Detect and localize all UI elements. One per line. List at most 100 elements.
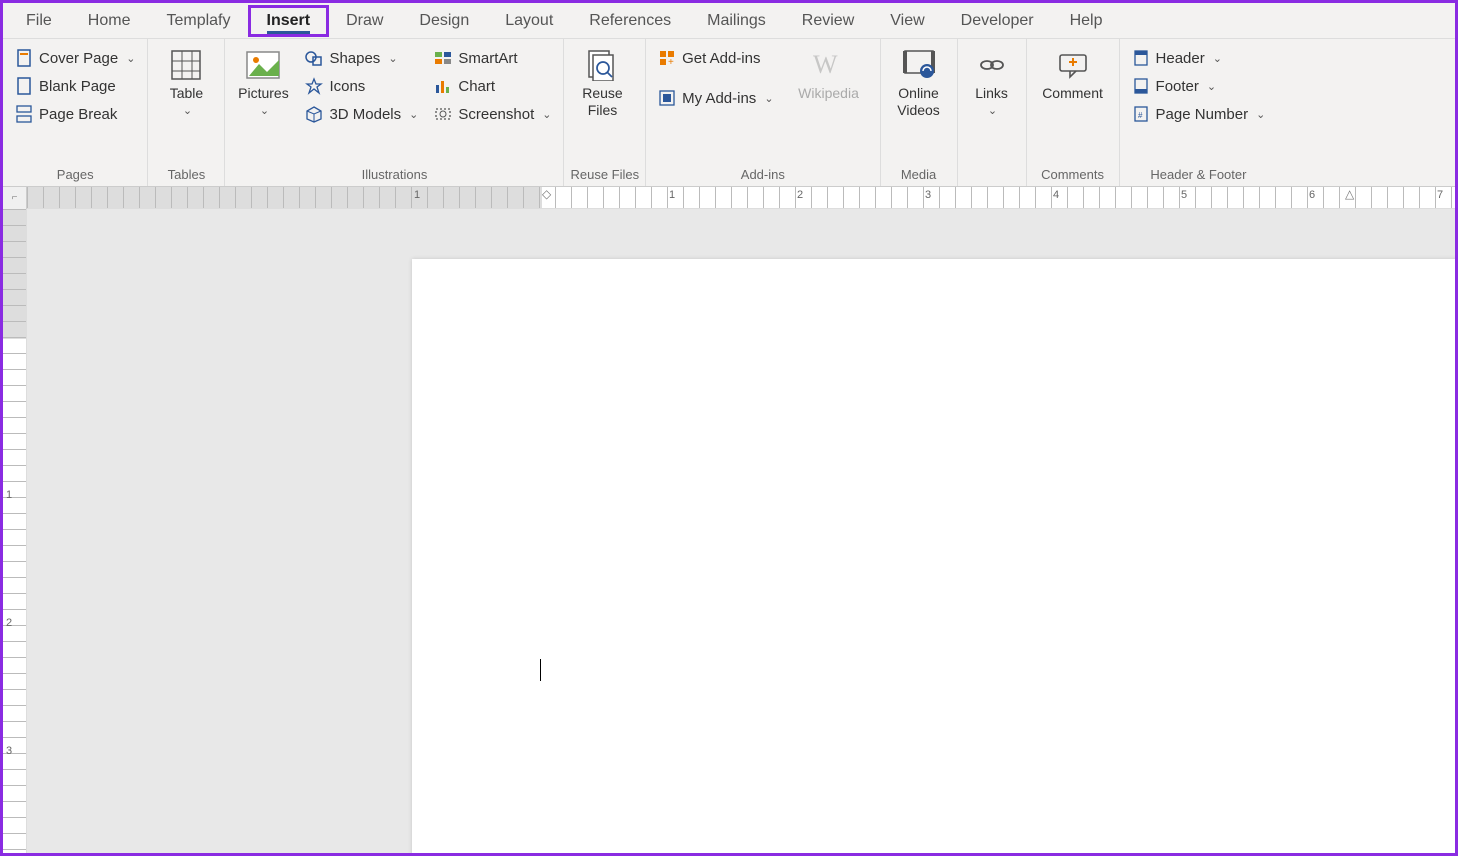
group-reuse: Reuse Files Reuse Files	[564, 39, 646, 186]
page-break-label: Page Break	[39, 106, 117, 123]
screenshot-icon	[434, 105, 452, 123]
svg-text:W: W	[813, 51, 838, 79]
ruler-num: 5	[1181, 189, 1187, 201]
tab-insert[interactable]: Insert	[249, 6, 329, 36]
ruler-v-num: 1	[6, 489, 12, 501]
header-button[interactable]: Header ⌄	[1126, 45, 1272, 71]
tab-draw[interactable]: Draw	[328, 6, 401, 36]
tab-mailings[interactable]: Mailings	[689, 6, 784, 36]
pictures-icon	[245, 47, 281, 83]
comment-button[interactable]: Comment	[1033, 45, 1113, 104]
tab-home[interactable]: Home	[70, 6, 149, 36]
chevron-down-icon: ⌄	[542, 108, 551, 121]
screenshot-button[interactable]: Screenshot ⌄	[428, 101, 557, 127]
screenshot-label: Screenshot	[458, 106, 534, 123]
ruler-v-num: 2	[6, 617, 12, 629]
reuse-files-button[interactable]: Reuse Files	[570, 45, 634, 121]
smartart-label: SmartArt	[458, 50, 517, 67]
page-number-label: Page Number	[1156, 106, 1249, 123]
chart-label: Chart	[458, 78, 495, 95]
group-links: Links ⌄	[958, 39, 1027, 186]
my-addins-button[interactable]: My Add-ins ⌄	[652, 85, 779, 111]
get-addins-button[interactable]: + Get Add-ins	[652, 45, 779, 71]
links-label: Links	[975, 85, 1008, 102]
shapes-icon	[305, 49, 323, 67]
chevron-down-icon: ⌄	[1256, 108, 1265, 121]
get-addins-label: Get Add-ins	[682, 50, 760, 67]
reuse-files-icon	[584, 47, 620, 83]
footer-button[interactable]: Footer ⌄	[1126, 73, 1272, 99]
chevron-down-icon: ⌄	[126, 52, 135, 65]
group-illustrations: Pictures ⌄ Shapes ⌄ Icons	[225, 39, 564, 186]
chevron-down-icon: ⌄	[183, 104, 192, 117]
document-page[interactable]	[412, 259, 1455, 853]
wikipedia-label: Wikipedia	[798, 85, 859, 102]
tab-templafy[interactable]: Templafy	[148, 6, 248, 36]
chart-button[interactable]: Chart	[428, 73, 557, 99]
pictures-button[interactable]: Pictures ⌄	[231, 45, 295, 119]
ruler-num: 4	[1053, 189, 1059, 201]
tab-developer[interactable]: Developer	[943, 6, 1052, 36]
ruler-horizontal[interactable]: ⌐ 1 ◇ 1 2 3 4 5 6 △ 7	[3, 187, 1455, 209]
header-icon	[1132, 49, 1150, 67]
table-button[interactable]: Table ⌄	[154, 45, 218, 119]
ruler-num: 2	[797, 189, 803, 201]
blank-page-icon	[15, 77, 33, 95]
shapes-label: Shapes	[329, 50, 380, 67]
comment-label: Comment	[1042, 85, 1103, 102]
chevron-down-icon: ⌄	[1213, 52, 1222, 65]
group-label-tables: Tables	[154, 165, 218, 184]
tab-help[interactable]: Help	[1052, 6, 1121, 36]
tab-review[interactable]: Review	[784, 6, 872, 36]
indent-marker-icon[interactable]: ◇	[542, 187, 551, 201]
tab-layout[interactable]: Layout	[487, 6, 571, 36]
group-label-links	[964, 180, 1020, 184]
footer-icon	[1132, 77, 1150, 95]
table-label: Table	[170, 85, 203, 102]
text-cursor	[540, 659, 541, 681]
my-addins-label: My Add-ins	[682, 90, 756, 107]
group-label-addins: Add-ins	[652, 165, 873, 184]
page-break-button[interactable]: Page Break	[9, 101, 141, 127]
chart-icon	[434, 77, 452, 95]
tab-view[interactable]: View	[872, 6, 942, 36]
smartart-button[interactable]: SmartArt	[428, 45, 557, 71]
tab-references[interactable]: References	[571, 6, 689, 36]
models-3d-button[interactable]: 3D Models ⌄	[299, 101, 424, 127]
svg-text:+: +	[668, 57, 674, 67]
indent-marker-icon[interactable]: △	[1345, 187, 1354, 201]
ruler-corner: ⌐	[3, 187, 27, 209]
my-addins-icon	[658, 89, 676, 107]
page-number-button[interactable]: # Page Number ⌄	[1126, 101, 1272, 127]
icons-button[interactable]: Icons	[299, 73, 424, 99]
links-button[interactable]: Links ⌄	[964, 45, 1020, 119]
ruler-vertical[interactable]: 1 2 3	[3, 209, 27, 853]
online-videos-button[interactable]: Online Videos	[887, 45, 951, 121]
reuse-files-label: Reuse Files	[572, 85, 632, 119]
tab-design[interactable]: Design	[401, 6, 487, 36]
header-label: Header	[1156, 50, 1205, 67]
group-media: Online Videos Media	[881, 39, 958, 186]
tab-file[interactable]: File	[8, 6, 70, 36]
models-3d-label: 3D Models	[329, 106, 401, 123]
blank-page-button[interactable]: Blank Page	[9, 73, 141, 99]
ruler-num: 1	[414, 189, 420, 201]
icons-label: Icons	[329, 78, 365, 95]
cover-page-button[interactable]: Cover Page ⌄	[9, 45, 141, 71]
shapes-button[interactable]: Shapes ⌄	[299, 45, 424, 71]
table-icon	[168, 47, 204, 83]
page-area[interactable]	[27, 209, 1455, 853]
comment-icon	[1055, 47, 1091, 83]
ruler-num: 6	[1309, 189, 1315, 201]
page-number-icon: #	[1132, 105, 1150, 123]
icons-icon	[305, 77, 323, 95]
chevron-down-icon: ⌄	[764, 92, 773, 105]
chevron-down-icon: ⌄	[1207, 80, 1216, 93]
ruler-v-num: 3	[6, 745, 12, 757]
group-label-reuse: Reuse Files	[570, 165, 639, 184]
cover-page-icon	[15, 49, 33, 67]
cube-icon	[305, 105, 323, 123]
group-label-pages: Pages	[9, 165, 141, 184]
workspace: 1 2 3	[3, 209, 1455, 853]
ruler-num: 3	[925, 189, 931, 201]
